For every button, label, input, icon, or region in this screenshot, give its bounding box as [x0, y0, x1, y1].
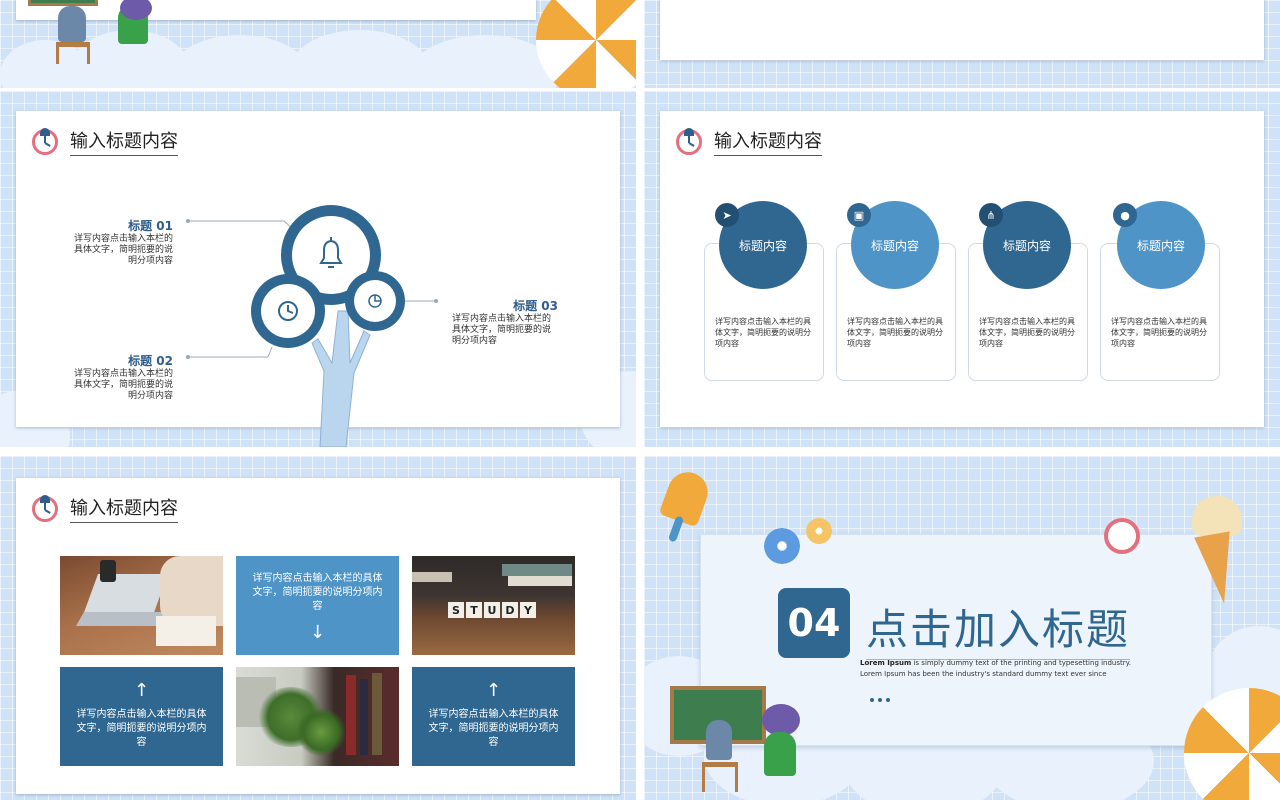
slide-thumb-a[interactable] [0, 0, 636, 88]
photo-study-blocks: S T U D Y [412, 556, 575, 655]
section-number-box: 04 [778, 588, 850, 658]
sitemap-icon: ⋔ [979, 203, 1003, 227]
slide-header: 输入标题内容 [676, 127, 822, 156]
flower-icon [764, 528, 800, 564]
section-title: 点击加入标题 [866, 596, 1131, 660]
pinwheel-illustration [536, 0, 636, 88]
text-cell-3: ↑ 详写内容点击输入本栏的具体文字，简明扼要的说明分项内容 [412, 667, 575, 766]
connector-dot [186, 355, 190, 359]
slide-thumb-grid[interactable]: 输入标题内容 详写内容点击输入本栏的具体文字，简明扼要的说明分项内容 ↓ S T… [0, 456, 636, 800]
text-cell-2: ↑ 详写内容点击输入本栏的具体文字，简明扼要的说明分项内容 [60, 667, 223, 766]
alarm-clock-icon [32, 494, 58, 522]
arrow-up-icon: ↑ [133, 679, 150, 701]
connector-dot [186, 219, 190, 223]
alarm-clock-icon [676, 127, 702, 155]
slide-cards-card: 输入标题内容 详写内容点击输入本栏的具体文字，简明扼要的说明分项内容 标题内容 … [660, 111, 1264, 427]
slide-thumb-b[interactable] [644, 0, 1280, 88]
cell-text: 详写内容点击输入本栏的具体文字，简明扼要的说明分项内容 [428, 708, 559, 748]
connector-line [267, 346, 273, 358]
cloud-decoration [170, 35, 310, 88]
cell-text: 详写内容点击输入本栏的具体文字，简明扼要的说明分项内容 [252, 572, 383, 612]
slide-grid-card: 输入标题内容 详写内容点击输入本栏的具体文字，简明扼要的说明分项内容 ↓ S T… [16, 478, 620, 794]
user-icon: ● [1113, 203, 1137, 227]
kid-illustration [58, 6, 86, 42]
stool-illustration [702, 762, 738, 792]
popsicle-illustration [658, 466, 714, 528]
arrow-up-icon: ↑ [485, 679, 502, 701]
girl-illustration [764, 732, 796, 776]
image-icon: ▣ [847, 203, 871, 227]
slide-b-card [660, 0, 1264, 60]
lorem-bold: Lorem Ipsum [860, 659, 912, 667]
tree-trunk [311, 310, 371, 447]
slide-tree-card: 输入标题内容 标题 01 详写内容点击输入本栏的具体文字，简明扼要的说明分项内容… [16, 111, 620, 447]
card-desc: 详写内容点击输入本栏的具体文字，简明扼要的说明分项内容 [847, 317, 943, 348]
arrow-down-icon: ↓ [309, 621, 326, 643]
section-lorem: Lorem Ipsum is simply dummy text of the … [860, 658, 1160, 680]
slide-thumb-tree[interactable]: 输入标题内容 标题 01 详写内容点击输入本栏的具体文字，简明扼要的说明分项内容… [0, 91, 636, 447]
text-cell-1: 详写内容点击输入本栏的具体文字，简明扼要的说明分项内容 ↓ [236, 556, 399, 655]
stool-illustration [56, 42, 90, 64]
send-icon: ➤ [715, 203, 739, 227]
photo-laptop [60, 556, 223, 655]
alarm-clock-icon [1104, 518, 1140, 554]
popsicle-stick [667, 515, 685, 543]
card-desc: 详写内容点击输入本栏的具体文字，简明扼要的说明分项内容 [1111, 317, 1207, 348]
dots-decoration [870, 698, 890, 702]
slide-thumb-cards[interactable]: 输入标题内容 详写内容点击输入本栏的具体文字，简明扼要的说明分项内容 标题内容 … [644, 91, 1280, 447]
tree-diagram [186, 205, 438, 447]
connector-dot [434, 299, 438, 303]
card-desc: 详写内容点击输入本栏的具体文字，简明扼要的说明分项内容 [715, 317, 811, 348]
card-desc: 详写内容点击输入本栏的具体文字，简明扼要的说明分项内容 [979, 317, 1075, 348]
slide-header: 输入标题内容 [32, 494, 178, 523]
slide-thumb-section[interactable]: 04 点击加入标题 Lorem Ipsum is simply dummy te… [644, 456, 1280, 800]
slide-title: 输入标题内容 [70, 494, 178, 523]
lorem-line1: is simply dummy text of the printing and… [911, 659, 1132, 667]
chalkboard-illustration [28, 0, 98, 6]
cell-text: 详写内容点击输入本栏的具体文字，简明扼要的说明分项内容 [76, 708, 207, 748]
cloud-decoration [290, 30, 430, 88]
lorem-line2: Lorem Ipsum has been the industry's stan… [860, 670, 1107, 678]
kid-illustration [706, 720, 732, 760]
flower-icon [806, 518, 832, 544]
photo-plant-books [236, 667, 399, 766]
ice-cream-scoop [1192, 496, 1242, 536]
study-blocks: S T U D Y [448, 602, 536, 618]
slide-title: 输入标题内容 [714, 127, 822, 156]
